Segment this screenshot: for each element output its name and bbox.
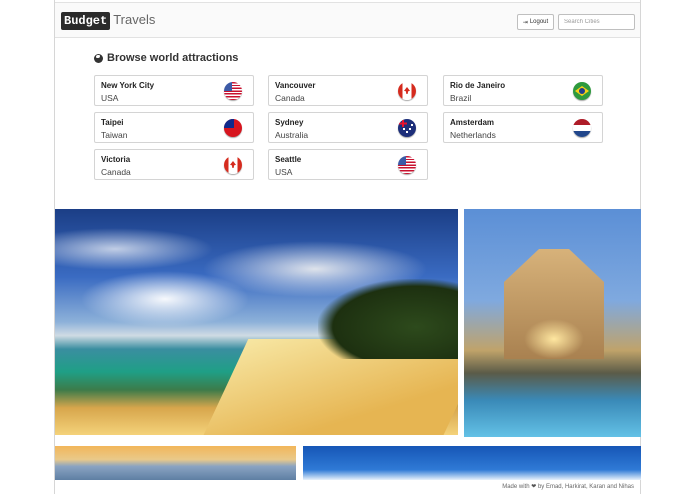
brand-logo[interactable]: Budget Travels xyxy=(61,11,155,30)
netherlands-flag-icon xyxy=(573,119,591,137)
brand-box: Budget xyxy=(61,12,111,30)
resort-light-glow xyxy=(524,319,584,359)
us-flag-icon xyxy=(398,156,416,174)
tropical-beach-photo xyxy=(55,209,458,435)
city-card-new-york[interactable]: New York City USA xyxy=(94,75,254,106)
country-name: Canada xyxy=(275,93,305,103)
city-card-vancouver[interactable]: Vancouver Canada xyxy=(268,75,428,106)
city-card-seattle[interactable]: Seattle USA xyxy=(268,149,428,180)
brand-text: Travels xyxy=(113,12,156,27)
city-name: Amsterdam xyxy=(450,118,495,127)
country-name: Canada xyxy=(101,167,131,177)
city-card-rio[interactable]: Rio de Janeiro Brazil xyxy=(443,75,603,106)
footer-suffix: by Emad, Harkirat, Karan and Nihas xyxy=(537,484,634,490)
blue-sky-photo xyxy=(303,446,641,480)
logout-button[interactable]: ⇥ Logout xyxy=(517,14,554,30)
search-cities-input[interactable] xyxy=(558,14,635,30)
city-name: Sydney xyxy=(275,118,304,127)
navbar: Budget Travels ⇥ Logout xyxy=(55,2,640,38)
city-card-victoria[interactable]: Victoria Canada xyxy=(94,149,254,180)
canada-flag-icon xyxy=(398,82,416,100)
city-card-taipei[interactable]: Taipei Taiwan xyxy=(94,112,254,143)
logout-label: Logout xyxy=(529,19,549,25)
city-name: Victoria xyxy=(101,155,131,164)
section-heading-text: Browse world attractions xyxy=(107,52,239,64)
canada-flag-icon xyxy=(224,156,242,174)
footer-credits: Made with ❤ by Emad, Harkirat, Karan and… xyxy=(500,483,636,490)
palm-trees-shape xyxy=(318,279,458,359)
city-name: Taipei xyxy=(101,118,124,127)
country-name: USA xyxy=(275,167,293,177)
sunset-clouds-photo xyxy=(55,446,296,480)
section-heading: Browse world attractions xyxy=(94,52,238,64)
country-name: Netherlands xyxy=(450,130,496,140)
heart-icon: ❤ xyxy=(531,484,537,490)
australia-flag-icon xyxy=(398,119,416,137)
city-name: Rio de Janeiro xyxy=(450,81,506,90)
city-name: New York City xyxy=(101,81,155,90)
page-container: BudgetTravels ⇥ Logout Browse world attr… xyxy=(54,0,641,494)
city-name: Seattle xyxy=(275,155,302,164)
city-card-amsterdam[interactable]: Amsterdam Netherlands xyxy=(443,112,603,143)
resort-pool-photo xyxy=(464,209,641,437)
city-card-sydney[interactable]: Sydney Australia xyxy=(268,112,428,143)
brazil-flag-icon xyxy=(573,82,591,100)
country-name: Taiwan xyxy=(101,130,128,140)
country-name: Australia xyxy=(275,130,309,140)
taiwan-flag-icon xyxy=(224,119,242,137)
country-name: USA xyxy=(101,93,119,103)
city-name: Vancouver xyxy=(275,81,316,90)
us-flag-icon xyxy=(224,82,242,100)
country-name: Brazil xyxy=(450,93,472,103)
logout-icon: ⇥ xyxy=(522,19,528,26)
footer-prefix: Made with xyxy=(502,484,530,490)
globe-icon xyxy=(94,53,103,63)
